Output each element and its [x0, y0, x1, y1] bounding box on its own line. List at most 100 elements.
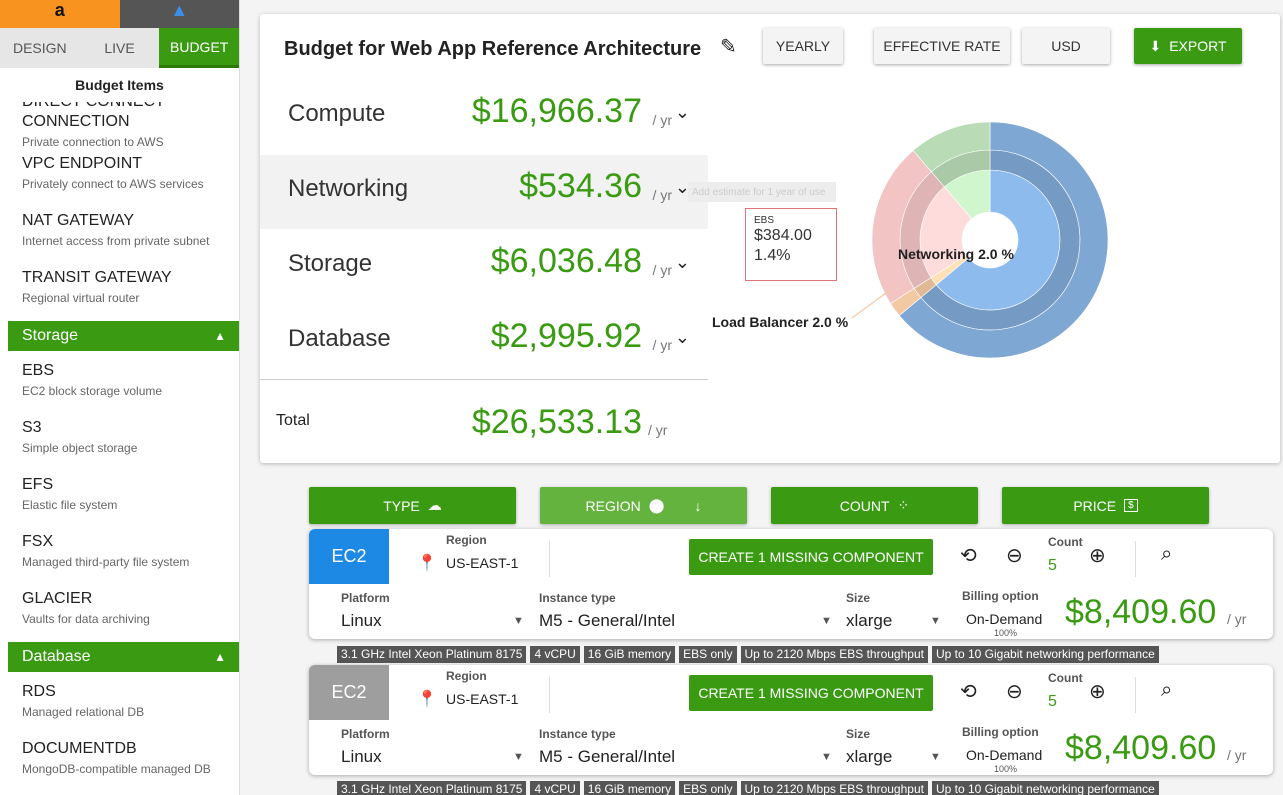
pencil-icon[interactable]: ✎	[720, 34, 737, 59]
sidebar-item-direct-connect[interactable]: Direct Connect Connection Private connec…	[8, 102, 239, 150]
export-button[interactable]: ⬇ EXPORT	[1134, 28, 1242, 64]
filter-label: PRICE	[1073, 497, 1117, 514]
cost-row-storage[interactable]: Storage $6,036.48 / yr ⌄	[260, 230, 708, 304]
location-pin-icon: ⬤	[648, 497, 665, 513]
caret-down-icon[interactable]: ▼	[930, 615, 941, 627]
region-value[interactable]: US-EAST-1	[446, 691, 518, 707]
caret-down-icon[interactable]: ▼	[821, 615, 832, 627]
platform-label: Platform	[341, 591, 390, 605]
spec-tag: 3.1 GHz Intel Xeon Platinum 8175	[337, 646, 527, 663]
aws-tab[interactable]: a	[0, 0, 120, 28]
platform-select[interactable]: Linux	[341, 747, 382, 767]
cost-value: $6,036.48	[490, 242, 642, 280]
spec-tag: Up to 2120 Mbps EBS throughput	[740, 646, 928, 663]
billing-select[interactable]: On-Demand	[966, 747, 1042, 763]
sidebar-item-vpc-endpoint[interactable]: VPC Endpoint Privately connect to AWS se…	[8, 150, 239, 207]
chevron-down-icon[interactable]: ⌄	[675, 252, 690, 273]
sidebar-item-nat-gateway[interactable]: NAT Gateway Internet access from private…	[8, 207, 239, 264]
total-value: $26,533.13	[471, 403, 642, 441]
currency-button[interactable]: USD	[1022, 28, 1110, 64]
cost-label: Database	[288, 325, 391, 352]
sidebar-item-s3[interactable]: S3 Simple object storage	[8, 414, 239, 471]
region-label: Region	[446, 533, 487, 547]
sync-icon[interactable]: ⟲	[960, 543, 977, 568]
download-icon: ⬇	[1149, 37, 1162, 54]
billing-select[interactable]: On-Demand	[966, 611, 1042, 627]
caret-down-icon[interactable]: ▼	[513, 751, 524, 763]
chevron-down-icon[interactable]: ⌄	[675, 102, 690, 123]
item-title: S3	[22, 419, 42, 436]
ec2-badge[interactable]: EC2	[309, 665, 389, 720]
leader-line	[852, 290, 891, 319]
filter-price-button[interactable]: PRICE $	[1002, 487, 1209, 524]
sidebar-item-efs[interactable]: EFS Elastic file system	[8, 471, 239, 528]
platform-select[interactable]: Linux	[341, 611, 382, 631]
region-label: Region	[446, 669, 487, 683]
item-desc: Simple object storage	[22, 441, 138, 455]
mode-tabs: DESIGN LIVE BUDGET	[0, 28, 239, 68]
count-input[interactable]: 5	[1048, 557, 1057, 575]
plus-circle-icon[interactable]: ⊕	[1089, 679, 1106, 704]
filter-region-button[interactable]: REGION ⬤ ↓	[540, 487, 747, 524]
ec2-instance-card: EC2 📍 Region US-EAST-1 CREATE 1 MISSING …	[309, 529, 1273, 639]
region-value[interactable]: US-EAST-1	[446, 555, 518, 571]
cost-row-compute[interactable]: Compute $16,966.37 / yr ⌄	[260, 80, 708, 154]
count-input[interactable]: 5	[1048, 693, 1057, 711]
azure-tab[interactable]: ▲	[119, 0, 239, 28]
ec2-badge[interactable]: EC2	[309, 529, 389, 584]
total-unit: / yr	[648, 422, 668, 438]
budget-donut-chart[interactable]	[860, 110, 1120, 370]
cost-row-networking[interactable]: Networking $534.36 / yr ⌄	[260, 155, 708, 229]
budget-title: Budget for Web App Reference Architectur…	[284, 38, 702, 60]
cost-unit: / yr	[652, 337, 672, 353]
item-title: Transit Gateway	[22, 269, 172, 286]
sidebar-item-glacier[interactable]: Glacier Vaults for data archiving	[8, 585, 239, 642]
cost-row-database[interactable]: Database $2,995.92 / yr ⌄	[260, 305, 708, 379]
divider	[1135, 541, 1136, 577]
minus-circle-icon[interactable]: ⊖	[1006, 543, 1023, 568]
tab-design[interactable]: DESIGN	[0, 28, 80, 68]
location-pin-icon: 📍	[417, 555, 437, 572]
caret-down-icon[interactable]: ▼	[513, 615, 524, 627]
caret-down-icon[interactable]: ▼	[821, 751, 832, 763]
group-header-storage[interactable]: Storage ▲	[8, 321, 239, 351]
azure-logo-icon: ▲	[170, 0, 189, 20]
sync-icon[interactable]: ⟲	[960, 679, 977, 704]
create-missing-component-button[interactable]: CREATE 1 MISSING COMPONENT	[689, 539, 933, 575]
plus-circle-icon[interactable]: ⊕	[1089, 543, 1106, 568]
search-icon[interactable]: ⌕	[1161, 543, 1172, 566]
yearly-button[interactable]: YEARLY	[763, 28, 843, 64]
filter-count-button[interactable]: COUNT ⁘	[771, 487, 978, 524]
networking-chart-label: Networking 2.0 %	[898, 246, 1014, 262]
item-title: FSX	[22, 533, 54, 550]
budget-items-list: Direct Connect Connection Private connec…	[8, 102, 239, 795]
minus-circle-icon[interactable]: ⊖	[1006, 679, 1023, 704]
divider	[260, 379, 708, 380]
cost-unit: / yr	[652, 112, 672, 128]
billing-label: Billing option	[962, 725, 1039, 739]
tab-live[interactable]: LIVE	[79, 28, 160, 68]
item-desc: EC2 block storage volume	[22, 384, 163, 398]
instance-type-select[interactable]: M5 - General/Intel	[539, 611, 675, 631]
sidebar-item-ebs[interactable]: EBS EC2 block storage volume	[8, 357, 239, 414]
instance-type-select[interactable]: M5 - General/Intel	[539, 747, 675, 767]
cost-value: $16,966.37	[471, 92, 642, 130]
caret-down-icon[interactable]: ▼	[930, 751, 941, 763]
item-desc: Elastic file system	[22, 498, 118, 512]
sidebar-item-transit-gateway[interactable]: Transit Gateway Regional virtual router	[8, 264, 239, 321]
divider	[1135, 677, 1136, 713]
size-select[interactable]: xlarge	[846, 611, 892, 631]
tab-budget[interactable]: BUDGET	[159, 28, 239, 68]
item-desc: Regional virtual router	[22, 291, 140, 305]
search-icon[interactable]: ⌕	[1161, 679, 1172, 702]
sidebar-item-fsx[interactable]: FSX Managed third-party file system	[8, 528, 239, 585]
size-select[interactable]: xlarge	[846, 747, 892, 767]
chevron-down-icon[interactable]: ⌄	[675, 327, 690, 348]
sidebar-item-rds[interactable]: RDS Managed relational DB	[8, 678, 239, 735]
group-header-database[interactable]: Database ▲	[8, 642, 239, 672]
effective-rate-button[interactable]: EFFECTIVE RATE	[874, 28, 1010, 64]
create-missing-component-button[interactable]: CREATE 1 MISSING COMPONENT	[689, 675, 933, 711]
filter-type-button[interactable]: TYPE ☁	[309, 487, 516, 524]
spec-tags: 3.1 GHz Intel Xeon Platinum 8175 4 vCPU …	[337, 646, 1159, 663]
sidebar-item-documentdb[interactable]: DocumentDB MongoDB-compatible managed DB	[8, 735, 239, 792]
